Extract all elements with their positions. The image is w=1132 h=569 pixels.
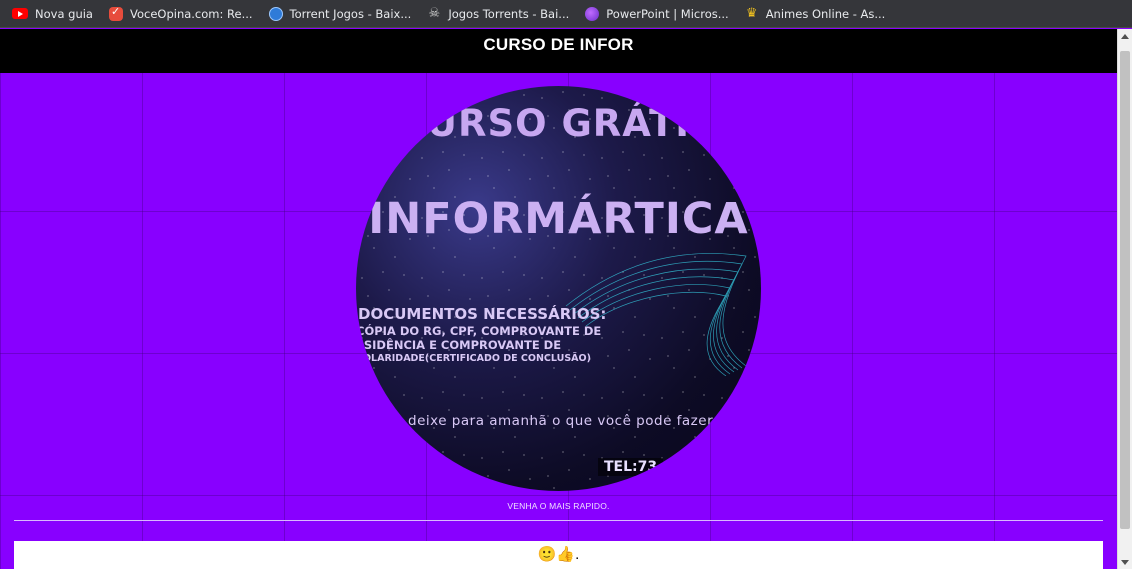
poster-docs-list: CÓPIA DO RG, CPF, COMPROVANTE DE ESIDÊNC… <box>356 324 656 366</box>
crown-icon: ♛ <box>745 5 758 21</box>
course-poster-image: URSO GRÁTI INFORMÁRTICA DOCUMENTOS NECES… <box>356 86 761 491</box>
poster-headline: URSO GRÁTI <box>426 102 691 145</box>
bookmark-torrent-jogos[interactable]: Torrent Jogos - Baix... <box>268 3 418 25</box>
poster-phone: TEL:73 <box>598 458 664 476</box>
bookmark-powerpoint[interactable]: PowerPoint | Micros... <box>585 3 734 25</box>
bookmark-jogos-torrents[interactable]: ☠ Jogos Torrents - Bai... <box>427 3 575 25</box>
scroll-up-arrow-icon[interactable] <box>1121 34 1129 39</box>
bookmark-label: Torrent Jogos - Baix... <box>289 6 412 21</box>
bookmark-label: PowerPoint | Micros... <box>606 6 729 21</box>
bookmark-voceopina[interactable]: VoceOpina.com: Re... <box>108 3 259 25</box>
bookmarks-bar: Nova guia VoceOpina.com: Re... Torrent J… <box>0 0 1132 28</box>
poster-docs-title: DOCUMENTOS NECESSÁRIOS: <box>358 305 607 323</box>
page-header: CURSO DE INFOR <box>0 29 1117 73</box>
poster-docs-line: COLARIDADE(CERTIFICADO DE CONCLUSÃO) <box>356 353 591 364</box>
bookmark-label: Jogos Torrents - Bai... <box>448 6 570 21</box>
bookmark-label: Nova guia <box>35 6 93 21</box>
scrollbar-thumb[interactable] <box>1120 51 1130 529</box>
tagline-text: VENHA O MAIS RAPIDO. <box>507 501 610 511</box>
bookmark-nova-guia[interactable]: Nova guia <box>12 3 99 25</box>
footer-emoji-text: 🙂👍. <box>537 546 580 563</box>
page-title: CURSO DE INFOR <box>483 35 634 54</box>
poster-docs-line: ESIDÊNCIA E COMPROVANTE DE <box>356 338 562 352</box>
poster-course-name: INFORMÁRTICA <box>368 194 749 244</box>
bookmark-label: Animes Online - As... <box>765 6 886 21</box>
torrent-jogos-icon <box>268 6 283 21</box>
voceopina-icon <box>108 5 123 21</box>
powerpoint-icon <box>585 6 600 21</box>
bookmark-animes-online[interactable]: ♛ Animes Online - As... <box>745 3 892 25</box>
vertical-scrollbar[interactable] <box>1117 29 1132 569</box>
divider <box>14 520 1103 521</box>
poster-quote: deixe para amanhã o que você pode fazer <box>408 413 714 429</box>
poster-docs-line: CÓPIA DO RG, CPF, COMPROVANTE DE <box>356 324 602 338</box>
bookmark-label: VoceOpina.com: Re... <box>129 6 253 21</box>
skull-icon: ☠ <box>428 5 441 21</box>
footer-box: 🙂👍. <box>14 541 1103 569</box>
scroll-down-arrow-icon[interactable] <box>1121 560 1129 565</box>
youtube-icon <box>12 8 28 19</box>
